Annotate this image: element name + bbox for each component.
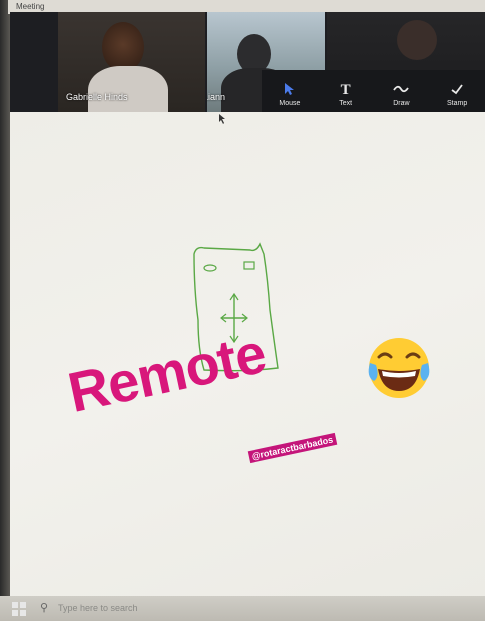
toolbar-item-label: Mouse — [279, 100, 301, 107]
text-icon: T — [340, 82, 351, 98]
stamp-checkmark-icon — [450, 82, 464, 100]
toolbar-mouse-button[interactable]: Mouse — [268, 82, 312, 107]
participant-avatar — [102, 22, 144, 72]
video-tile-participant-1[interactable]: Gabrielle Hinds — [58, 12, 205, 112]
toolbar-stamp-button[interactable]: Stamp — [435, 82, 479, 107]
photo-of-screen: Meeting Gabrielle Hinds Liann Mouse T Te… — [0, 0, 485, 621]
monitor-bezel — [0, 0, 10, 621]
participant-name: Gabrielle Hinds — [66, 92, 128, 102]
participant-avatar — [397, 20, 437, 60]
toolbar-text-button[interactable]: T Text — [324, 82, 368, 107]
windows-taskbar: ⚲ Type here to search — [0, 596, 485, 621]
taskbar-search-input[interactable]: Type here to search — [58, 603, 138, 613]
annotation-toolbar: Mouse T Text Draw Stamp — [262, 70, 485, 112]
windows-start-icon[interactable] — [12, 602, 26, 616]
window-title: Meeting — [16, 2, 45, 11]
draw-icon — [393, 82, 410, 100]
search-icon: ⚲ — [40, 602, 49, 614]
mouse-pointer-icon — [284, 82, 296, 100]
toolbar-draw-button[interactable]: Draw — [379, 82, 423, 107]
toolbar-item-label: Stamp — [447, 100, 468, 107]
toolbar-item-label: Text — [339, 100, 353, 107]
toolbar-item-label: Draw — [393, 100, 410, 107]
face-with-tears-of-joy-icon — [368, 338, 430, 398]
participant-name: Liann — [207, 92, 226, 102]
participant-body — [88, 66, 168, 112]
mouse-cursor-icon — [219, 114, 227, 127]
